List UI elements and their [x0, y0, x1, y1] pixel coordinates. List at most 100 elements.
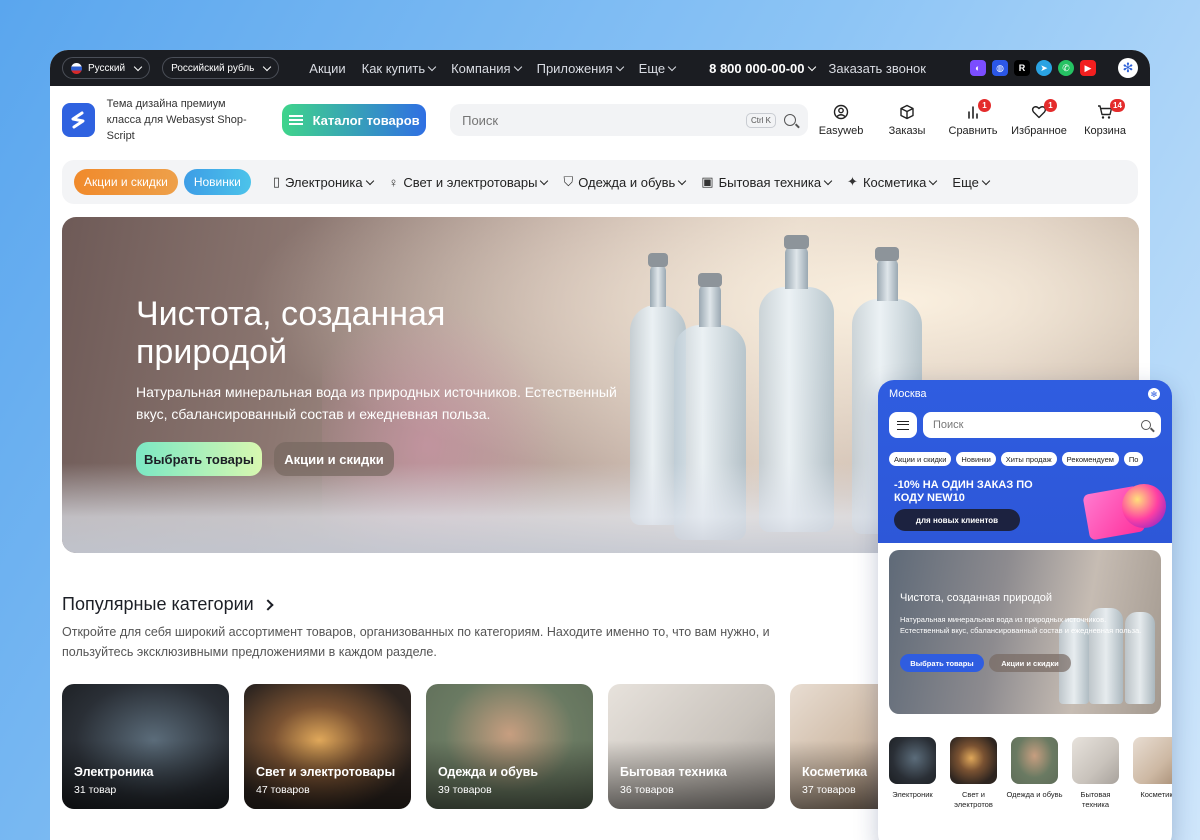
callback-link[interactable]: Заказать звонок	[829, 61, 926, 76]
section-description: Откройте для себя широкий ассортимент то…	[62, 625, 770, 659]
header-actions: Easyweb Заказы 1 Сравнить 1 Избранное 14…	[808, 99, 1138, 137]
box-icon	[898, 103, 916, 121]
catalog-button-label: Каталог товаров	[312, 112, 420, 128]
nav-item-label: Еще	[952, 174, 979, 190]
nav-item-clothing[interactable]: ⛉ Одежда и обувь	[563, 174, 687, 190]
currency-label: Российский рубль	[171, 62, 255, 74]
card-title: Бытовая техника	[620, 765, 727, 779]
nav-item-label: Свет и электротовары	[403, 174, 538, 190]
phone-dropdown[interactable]: 8 800 000-00-00	[709, 60, 816, 76]
category-thumb	[889, 737, 936, 784]
logo-icon[interactable]	[62, 103, 95, 137]
chevron-down-icon	[540, 176, 549, 185]
mobile-hero-subtitle: Натуральная минеральная вода из природны…	[900, 615, 1142, 635]
ornament-icon	[1122, 484, 1166, 528]
mobile-categories: Электроник Свет и электротов Одежда и об…	[889, 737, 1172, 810]
compare-link[interactable]: 1 Сравнить	[940, 99, 1006, 137]
phone-number: 8 800 000-00-00	[709, 60, 805, 76]
account-link[interactable]: Easyweb	[808, 103, 874, 137]
chevron-right-icon	[262, 598, 274, 611]
mobile-chip[interactable]: Рекомендуем	[1061, 452, 1119, 466]
category-nav: Акции и скидки Новинки ▯ Электроника ♀ Све…	[62, 160, 1138, 204]
mobile-category[interactable]: Бытовая техника	[1072, 737, 1119, 810]
mobile-category[interactable]: Косметик	[1133, 737, 1172, 810]
mobile-category[interactable]: Электроник	[889, 737, 936, 810]
category-card-appliances[interactable]: Бытовая техника 36 товаров	[608, 684, 775, 809]
sales-button[interactable]: Акции и скидки	[274, 442, 394, 476]
nav-item-cosmetics[interactable]: ✦ Косметика	[847, 174, 938, 190]
nav-item-appliances[interactable]: ▣ Бытовая техника	[701, 174, 833, 190]
youtube-icon[interactable]: ▶	[1080, 60, 1096, 76]
new-chip[interactable]: Новинки	[183, 169, 251, 195]
category-card-cosmetics[interactable]: Косметика 37 товаров	[790, 684, 890, 809]
top-link-company[interactable]: Компания	[451, 61, 522, 76]
popular-categories-link[interactable]: Популярные категории	[62, 594, 274, 615]
nav-item-lighting[interactable]: ♀ Свет и электротовары	[389, 174, 549, 190]
chevron-down-icon	[263, 62, 272, 71]
rutube-icon[interactable]: R	[1014, 60, 1030, 76]
flag-icon	[71, 62, 82, 74]
nav-item-electronics[interactable]: ▯ Электроника	[273, 174, 374, 190]
orders-link[interactable]: Заказы	[874, 103, 940, 137]
site-header: Тема дизайна премиум класса для Webasyst…	[50, 86, 1150, 154]
card-count: 39 товаров	[438, 784, 492, 796]
nav-item-label: Электроника	[284, 174, 363, 190]
mobile-menu-button[interactable]	[889, 412, 917, 438]
language-label: Русский	[88, 62, 126, 74]
top-link-promo[interactable]: Акции	[309, 61, 345, 76]
top-link-more[interactable]: Еще	[638, 60, 677, 76]
menu-icon	[288, 115, 303, 125]
search-icon[interactable]	[784, 114, 797, 126]
search-input[interactable]	[462, 112, 747, 128]
mobile-search-bar[interactable]: Поиск	[923, 412, 1161, 438]
whatsapp-icon[interactable]: ✆	[1058, 60, 1074, 76]
mobile-hero-title: Чистота, созданная природой	[900, 592, 1053, 604]
nav-item-label: Бытовая техника	[718, 174, 822, 190]
mobile-category[interactable]: Свет и электротов	[950, 737, 997, 810]
category-label: Косметик	[1140, 790, 1172, 799]
category-card-lighting[interactable]: Свет и электротовары 47 товаров	[244, 684, 411, 809]
language-select[interactable]: Русский	[62, 57, 151, 79]
mobile-chip[interactable]: Хиты продаж	[1000, 452, 1057, 466]
max-icon[interactable]: ◐	[970, 60, 986, 76]
telegram-icon[interactable]: ➤	[1036, 60, 1052, 76]
settings-gear-icon[interactable]: ✻	[1118, 58, 1138, 78]
mobile-chip[interactable]: Новинки	[956, 452, 996, 466]
catalog-button[interactable]: Каталог товаров	[282, 104, 427, 136]
top-link-apps[interactable]: Приложения	[536, 60, 624, 76]
mobile-chip[interactable]: Акции и скидки	[889, 452, 952, 466]
mobile-chip[interactable]: По	[1123, 452, 1144, 466]
mobile-promo-button[interactable]: для новых клиентов	[894, 509, 1020, 531]
mobile-sales-button[interactable]: Акции и скидки	[989, 654, 1071, 672]
card-title: Одежда и обувь	[438, 765, 539, 779]
hero-title: Чистота, созданная природой	[136, 295, 446, 371]
cart-link[interactable]: 14 Корзина	[1072, 99, 1138, 137]
settings-gear-icon[interactable]: ✻	[1148, 388, 1160, 400]
currency-select[interactable]: Российский рубль	[162, 57, 280, 79]
mobile-hero-banner: Чистота, созданная природой Натуральная …	[889, 550, 1161, 714]
card-title: Косметика	[802, 765, 868, 779]
mobile-choose-products-button[interactable]: Выбрать товары	[900, 654, 984, 672]
choose-products-button[interactable]: Выбрать товары	[136, 442, 262, 476]
nav-item-more[interactable]: Еще	[952, 174, 991, 190]
chevron-down-icon	[678, 176, 687, 185]
menu-icon	[897, 420, 909, 430]
mobile-header: Москва ✻ Поиск Акции и скидки Новинки Хи…	[878, 380, 1172, 543]
top-link-label: Еще	[638, 60, 666, 76]
chevron-down-icon	[365, 176, 374, 185]
microwave-icon: ▣	[701, 174, 714, 189]
mobile-category[interactable]: Одежда и обувь	[1007, 737, 1063, 810]
top-link-label: Приложения	[536, 60, 613, 76]
chevron-down-icon	[615, 62, 624, 71]
top-link-how-to-buy[interactable]: Как купить	[362, 61, 437, 76]
chevron-down-icon	[513, 62, 522, 71]
category-card-clothing[interactable]: Одежда и обувь 39 товаров	[426, 684, 593, 809]
mobile-city[interactable]: Москва	[889, 388, 927, 400]
vk-video-icon[interactable]: ◍	[992, 60, 1008, 76]
category-card-electronics[interactable]: Электроника 31 товар	[62, 684, 229, 809]
favorites-badge: 1	[1044, 99, 1058, 112]
sales-chip[interactable]: Акции и скидки	[74, 169, 178, 195]
category-cards: Электроника 31 товар Свет и электротовар…	[62, 684, 890, 809]
favorites-link[interactable]: 1 Избранное	[1006, 99, 1072, 137]
category-thumb	[1133, 737, 1172, 784]
